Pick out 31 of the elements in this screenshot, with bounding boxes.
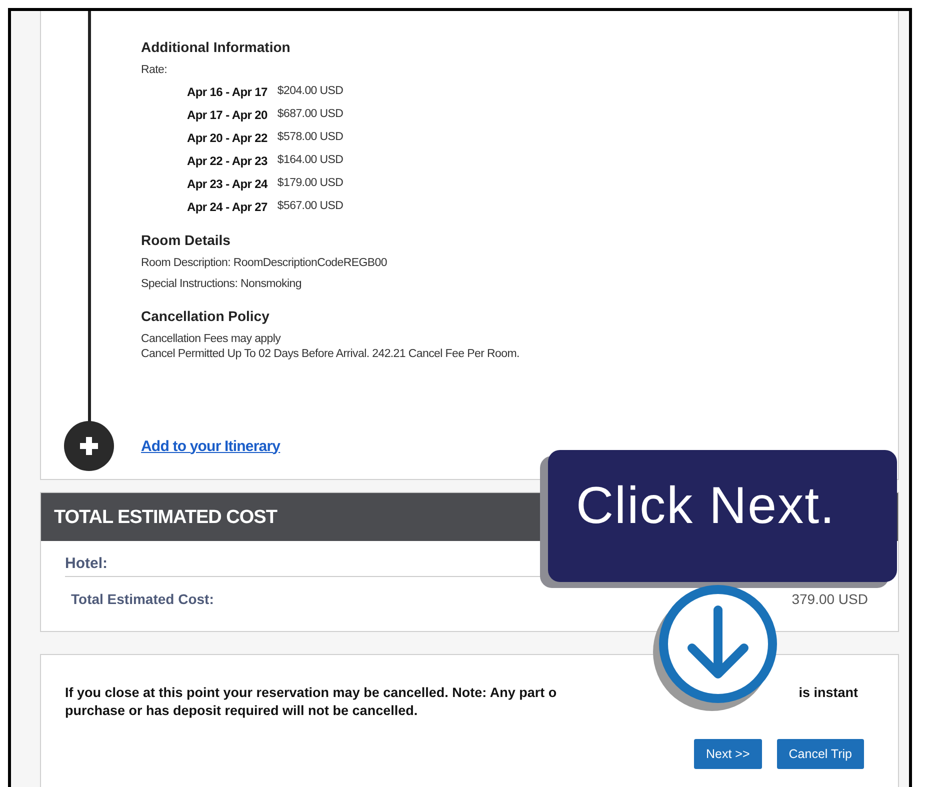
- rate-amount: $179.00 USD: [277, 177, 344, 191]
- cost-label: Total Estimated Cost:: [71, 591, 214, 607]
- rate-label: Rate:: [141, 64, 168, 76]
- notice-text: is instant: [798, 685, 858, 700]
- notice-text: If you close at this point your reservation may be cancelled. Note: Any part o: [65, 685, 557, 700]
- section-heading: Room Details: [141, 232, 232, 248]
- policy-line: Cancellation Fees may apply: [141, 333, 282, 345]
- rate-amount: $578.00 USD: [277, 131, 344, 145]
- cost-value: 379.00 USD: [792, 591, 868, 607]
- cost-label: Hotel:: [65, 555, 108, 572]
- plus-icon[interactable]: [64, 421, 114, 471]
- action-button[interactable]: Cancel Trip: [776, 739, 864, 769]
- detail-line: Room Description: RoomDescriptionCodeREGB00: [141, 257, 388, 269]
- section-heading: Additional Information: [141, 39, 292, 55]
- rate-dates: Apr 23 - Apr 24: [187, 177, 268, 191]
- rate-amount: $204.00 USD: [277, 85, 344, 99]
- add-itinerary-link[interactable]: Add to your Itinerary: [141, 438, 280, 454]
- detail-line: Special Instructions: Nonsmoking: [141, 278, 302, 290]
- notice-text: purchase or has deposit required will not be cancelled.: [65, 703, 419, 718]
- rate-dates: Apr 22 - Apr 23: [187, 154, 268, 168]
- policy-line: Cancel Permitted Up To 02 Days Before Arrival. 242.21 Cancel Fee Per Room.: [141, 348, 520, 360]
- rate-amount: $567.00 USD: [277, 200, 344, 214]
- rate-amount: $164.00 USD: [277, 154, 344, 168]
- callout-box: Click Next.: [548, 450, 897, 582]
- rate-dates: Apr 16 - Apr 17: [187, 85, 268, 99]
- rate-dates: Apr 24 - Apr 27: [187, 200, 268, 214]
- rate-dates: Apr 17 - Apr 20: [187, 108, 268, 122]
- rate-amount: $687.00 USD: [277, 108, 344, 122]
- section-heading: Cancellation Policy: [141, 308, 270, 324]
- rate-dates: Apr 20 - Apr 22: [187, 131, 268, 145]
- action-button[interactable]: Next >>: [694, 739, 762, 769]
